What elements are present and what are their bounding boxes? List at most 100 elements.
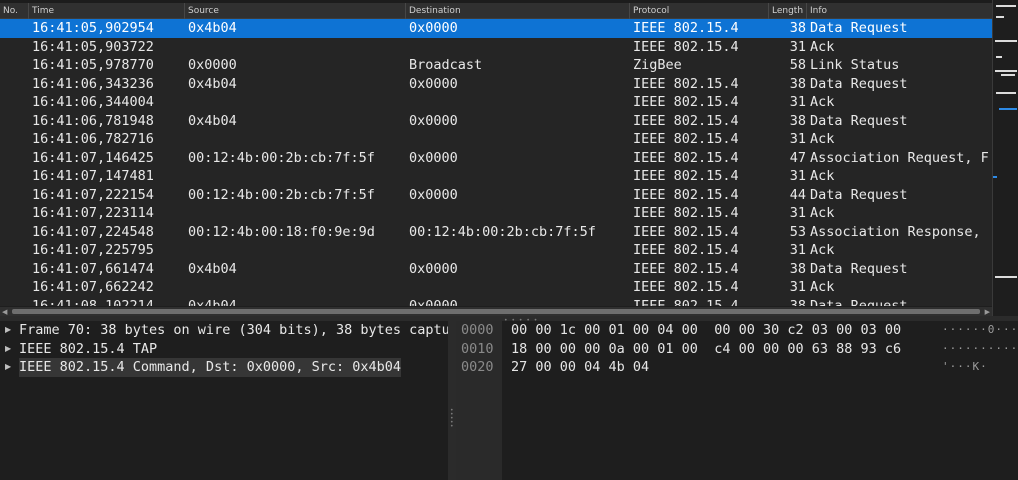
packet-cell-destination: 0x0000 bbox=[409, 75, 458, 92]
hex-offset: 0000 bbox=[461, 322, 494, 338]
packet-bytes-pane[interactable]: 0000 00 00 1c 00 01 00 04 00 00 00 30 c2 … bbox=[456, 321, 1018, 480]
packet-cell-time: 16:41:07,146425 bbox=[32, 149, 154, 166]
packet-row[interactable]: 16:41:05,903722 IEEE 802.15.4 31 Ack bbox=[0, 38, 992, 57]
detail-tree-item[interactable]: ▶ IEEE 802.15.4 Command, Dst: 0x0000, Src… bbox=[0, 358, 448, 377]
packet-cell-length: 38 bbox=[789, 297, 806, 307]
packet-cell-length: 58 bbox=[789, 57, 806, 73]
packet-cell-protocol: IEEE 802.15.4 bbox=[633, 242, 739, 258]
packet-cell-length: 31 bbox=[789, 131, 806, 147]
packet-cell-info: Association Request, F bbox=[810, 149, 989, 166]
minimap-mark bbox=[999, 108, 1017, 110]
packet-cell-protocol: IEEE 802.15.4 bbox=[633, 94, 739, 110]
packet-cell-length: 53 bbox=[789, 223, 806, 240]
detail-tree-item[interactable]: ▶ Frame 70: 38 bytes on wire (304 bits), … bbox=[0, 321, 448, 340]
packet-row[interactable]: 16:41:08,102214 0x4b04 0x0000 IEEE 802.15.4… bbox=[0, 297, 992, 307]
column-header-protocol[interactable]: Protocol bbox=[629, 3, 768, 19]
hex-bytes[interactable]: 00 00 1c 00 01 00 04 00 00 00 30 c2 03 0… bbox=[511, 321, 901, 340]
packet-list[interactable]: No. Time Source Destination Protocol Len… bbox=[0, 0, 992, 306]
packet-cell-time: 16:41:07,661474 bbox=[32, 260, 154, 277]
packet-cell-info: Data Request bbox=[810, 297, 908, 307]
packet-cell-protocol: IEEE 802.15.4 bbox=[633, 205, 739, 221]
packet-row[interactable]: 16:41:07,224548 00:12:4b:00:18:f0:9e:9d 00… bbox=[0, 223, 992, 242]
packet-cell-destination: 0x0000 bbox=[409, 260, 458, 277]
packet-list-horizontal-scrollbar[interactable]: ◀ ▶ bbox=[0, 306, 992, 316]
packet-cell-protocol: IEEE 802.15.4 bbox=[633, 186, 739, 203]
packet-row[interactable]: 16:41:07,222154 00:12:4b:00:2b:cb:7f:5f 0x… bbox=[0, 186, 992, 205]
packet-cell-length: 31 bbox=[789, 38, 806, 55]
packet-cell-length: 38 bbox=[789, 20, 806, 36]
hex-bytes[interactable]: 18 00 00 00 0a 00 01 00 c4 00 00 00 63 8… bbox=[511, 340, 901, 359]
packet-cell-info: Association Response, bbox=[810, 223, 981, 240]
minimap-mark bbox=[995, 70, 1017, 72]
packet-cell-source: 00:12:4b:00:18:f0:9e:9d bbox=[188, 223, 375, 240]
packet-cell-protocol: IEEE 802.15.4 bbox=[633, 260, 739, 277]
packet-cell-destination: 00:12:4b:00:2b:cb:7f:5f bbox=[409, 223, 596, 240]
column-header-no[interactable]: No. bbox=[0, 3, 28, 19]
column-header-destination[interactable]: Destination bbox=[405, 3, 629, 19]
packet-minimap-scrollbar[interactable] bbox=[992, 0, 1018, 316]
packet-cell-destination: 0x0000 bbox=[409, 149, 458, 166]
detail-tree-item[interactable]: ▶ IEEE 802.15.4 TAP bbox=[0, 340, 448, 359]
packet-cell-destination: Broadcast bbox=[409, 57, 483, 73]
splitter-grip-icon: • • • • • bbox=[450, 407, 454, 430]
hex-bytes[interactable]: 27 00 00 04 4b 04 bbox=[511, 358, 649, 377]
packet-details-tree[interactable]: ▶ Frame 70: 38 bytes on wire (304 bits), … bbox=[0, 321, 448, 480]
packet-rows: 16:41:05,902954 0x4b04 0x0000 IEEE 802.15.4… bbox=[0, 19, 992, 306]
packet-cell-time: 16:41:05,978770 bbox=[32, 57, 154, 73]
hex-ascii[interactable]: '···K· bbox=[942, 358, 988, 377]
packet-cell-protocol: IEEE 802.15.4 bbox=[633, 131, 739, 147]
packet-cell-info: Ack bbox=[810, 242, 835, 258]
packet-row[interactable]: 16:41:06,782716 IEEE 802.15.4 31 Ack bbox=[0, 130, 992, 149]
packet-cell-protocol: IEEE 802.15.4 bbox=[633, 20, 739, 36]
packet-row[interactable]: 16:41:05,902954 0x4b04 0x0000 IEEE 802.15.4… bbox=[0, 19, 992, 38]
column-header-time[interactable]: Time bbox=[28, 3, 184, 19]
packet-cell-info: Ack bbox=[810, 131, 835, 147]
packet-row[interactable]: 16:41:05,978770 0x0000 Broadcast ZigBee 58 Li… bbox=[0, 56, 992, 75]
packet-row[interactable]: 16:41:06,343236 0x4b04 0x0000 IEEE 802.15.4… bbox=[0, 75, 992, 94]
packet-cell-length: 31 bbox=[789, 242, 806, 258]
packet-cell-protocol: ZigBee bbox=[633, 57, 682, 73]
minimap-mark bbox=[996, 92, 1016, 94]
packet-row[interactable]: 16:41:07,146425 00:12:4b:00:2b:cb:7f:5f 0x… bbox=[0, 149, 992, 168]
vertical-pane-splitter[interactable]: • • • • • bbox=[448, 321, 456, 480]
packet-cell-length: 31 bbox=[789, 168, 806, 184]
packet-cell-info: Link Status bbox=[810, 57, 900, 73]
packet-cell-source: 00:12:4b:00:2b:cb:7f:5f bbox=[188, 186, 375, 203]
packet-row[interactable]: 16:41:07,661474 0x4b04 0x0000 IEEE 802.15.4… bbox=[0, 260, 992, 279]
detail-tree-label: IEEE 802.15.4 Command, Dst: 0x0000, Src:… bbox=[19, 358, 402, 377]
packet-cell-protocol: IEEE 802.15.4 bbox=[633, 168, 739, 184]
expand-arrow-icon[interactable]: ▶ bbox=[5, 321, 11, 340]
packet-cell-protocol: IEEE 802.15.4 bbox=[633, 223, 739, 240]
packet-cell-info: Data Request bbox=[810, 75, 908, 92]
minimap-mark bbox=[995, 40, 1017, 42]
packet-cell-info: Data Request bbox=[810, 260, 908, 277]
expand-arrow-icon[interactable]: ▶ bbox=[5, 358, 11, 377]
packet-cell-time: 16:41:07,223114 bbox=[32, 205, 154, 221]
packet-row[interactable]: 16:41:06,781948 0x4b04 0x0000 IEEE 802.15.4… bbox=[0, 112, 992, 131]
packet-row[interactable]: 16:41:07,662242 IEEE 802.15.4 31 Ack bbox=[0, 278, 992, 297]
hex-ascii[interactable]: ············c··· bbox=[942, 340, 1018, 359]
packet-cell-length: 31 bbox=[789, 205, 806, 221]
scrollbar-thumb[interactable] bbox=[12, 309, 980, 314]
packet-cell-time: 16:41:07,225795 bbox=[32, 242, 154, 258]
scroll-right-icon[interactable]: ▶ bbox=[985, 308, 990, 316]
packet-cell-length: 47 bbox=[789, 149, 806, 166]
packet-cell-protocol: IEEE 802.15.4 bbox=[633, 279, 739, 295]
packet-cell-protocol: IEEE 802.15.4 bbox=[633, 75, 739, 92]
packet-row[interactable]: 16:41:06,344004 IEEE 802.15.4 31 Ack bbox=[0, 93, 992, 112]
packet-row[interactable]: 16:41:07,225795 IEEE 802.15.4 31 Ack bbox=[0, 241, 992, 260]
column-header-info[interactable]: Info bbox=[806, 3, 992, 19]
packet-row[interactable]: 16:41:07,147481 IEEE 802.15.4 31 Ack bbox=[0, 167, 992, 186]
packet-cell-time: 16:41:07,147481 bbox=[32, 168, 154, 184]
hex-ascii[interactable]: ······0········· bbox=[942, 321, 1018, 340]
minimap-mark bbox=[1001, 74, 1015, 76]
packet-row[interactable]: 16:41:07,223114 IEEE 802.15.4 31 Ack bbox=[0, 204, 992, 223]
scroll-left-icon[interactable]: ◀ bbox=[2, 308, 7, 316]
packet-cell-info: Ack bbox=[810, 205, 835, 221]
minimap-mark bbox=[996, 56, 1002, 58]
expand-arrow-icon[interactable]: ▶ bbox=[5, 340, 11, 359]
column-header-length[interactable]: Length bbox=[768, 3, 806, 19]
minimap-mark bbox=[995, 276, 1017, 278]
packet-cell-destination: 0x0000 bbox=[409, 20, 458, 36]
column-header-source[interactable]: Source bbox=[184, 3, 405, 19]
